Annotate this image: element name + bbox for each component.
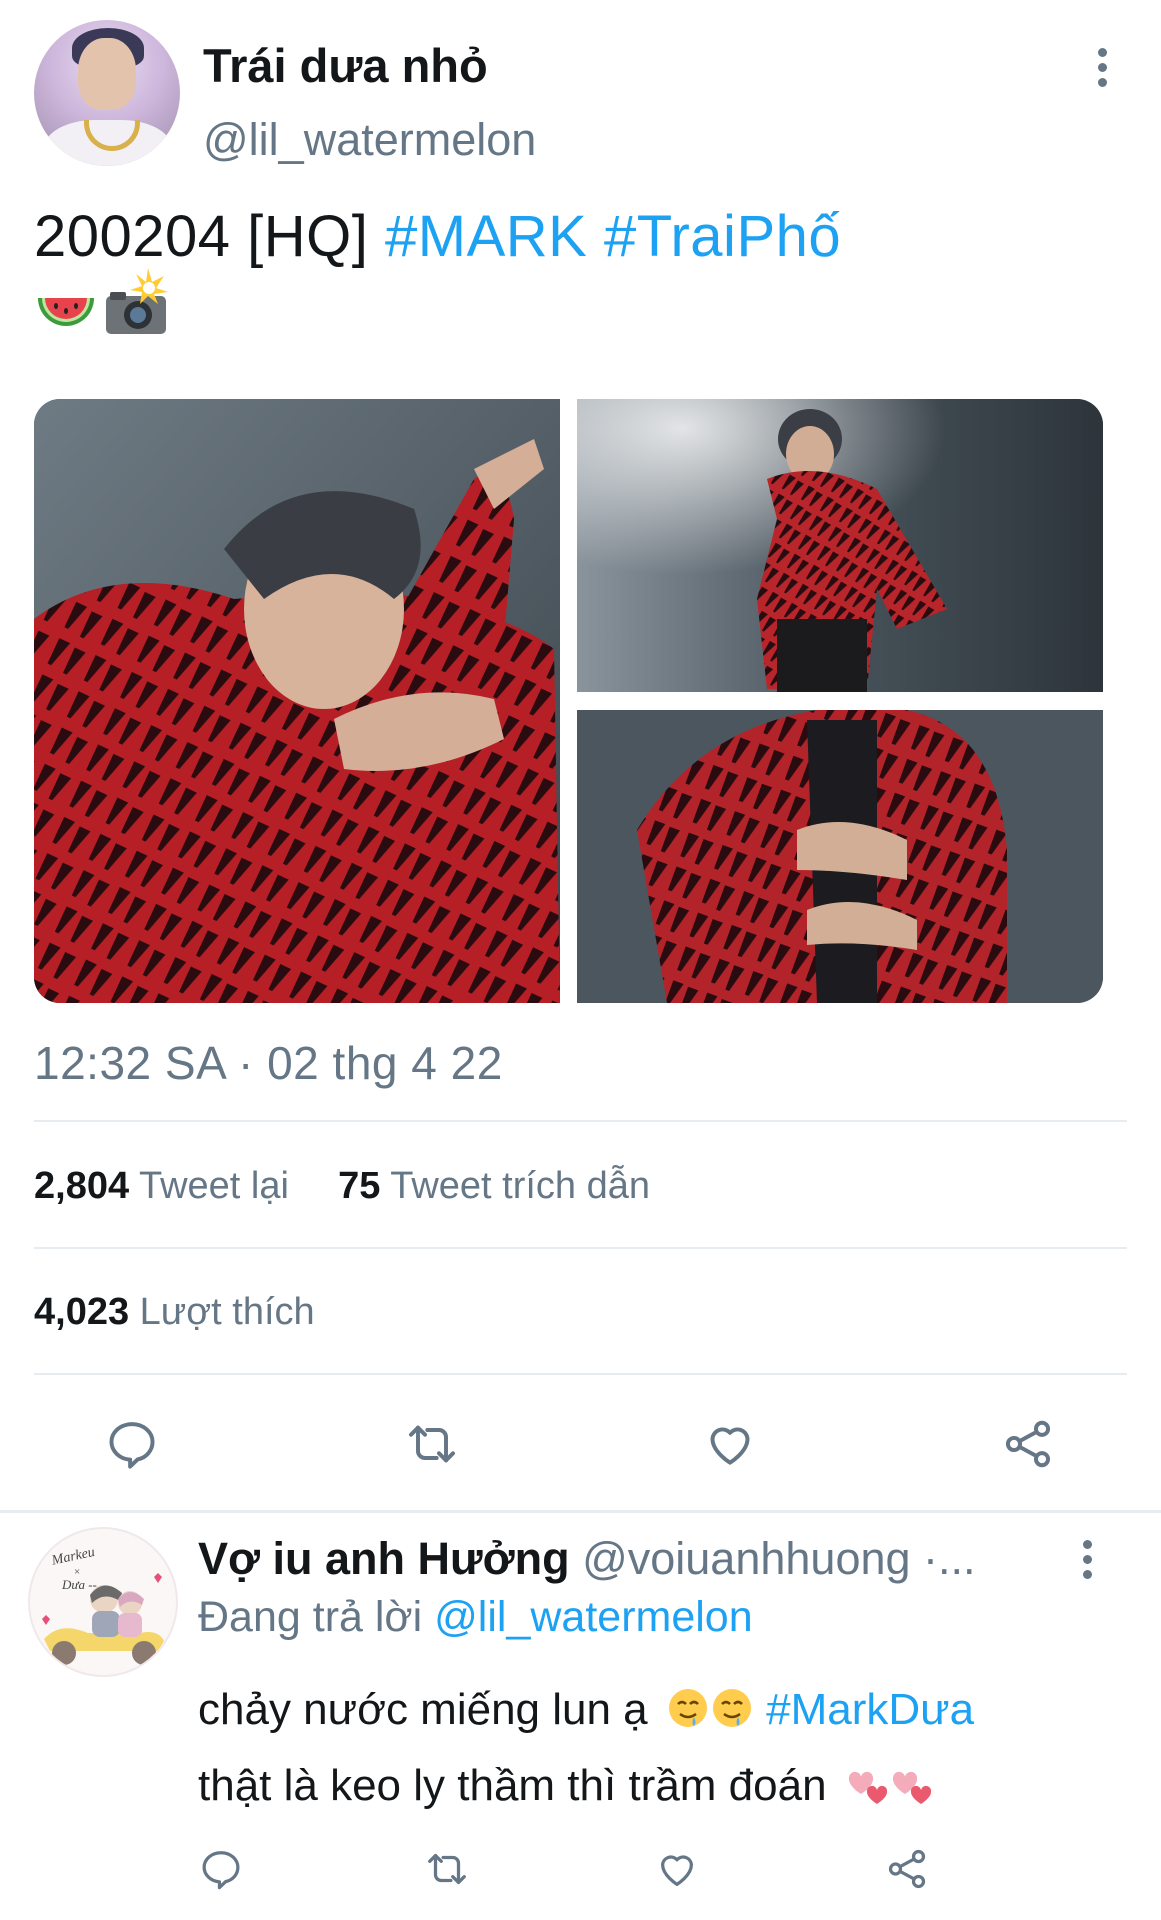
divider xyxy=(34,1120,1127,1122)
reply-text-line-2: thật là keo ly thầm thì trầm đoán xyxy=(198,1761,827,1810)
reply-share-icon[interactable] xyxy=(884,1846,930,1892)
retweets-stat[interactable]: 2,804 Tweet lại xyxy=(34,1165,289,1207)
reply-like-icon[interactable] xyxy=(654,1846,700,1892)
tweet-timestamp[interactable]: 12:32 SA · 02 thg 4 22 xyxy=(34,1036,503,1090)
like-icon[interactable] xyxy=(702,1416,758,1472)
tweet-text: 200204 [HQ] #MARK #TraiPhố xyxy=(34,203,841,270)
author-display-name[interactable]: Trái dưa nhỏ xyxy=(203,38,488,93)
two-hearts-emoji xyxy=(848,1771,887,1804)
tweet-photo-3[interactable] xyxy=(577,710,1103,1003)
reply-author[interactable]: Vợ iu anh Hưởng @voiuanhhuong ·... xyxy=(198,1533,976,1585)
two-hearts-emoji xyxy=(892,1771,931,1804)
divider xyxy=(34,1247,1127,1249)
share-icon[interactable] xyxy=(1000,1416,1056,1472)
avatar-text-markeu: Markeu xyxy=(50,1545,97,1569)
divider xyxy=(34,1373,1127,1375)
hashtag-markdua[interactable]: #MarkDưa xyxy=(766,1685,974,1734)
tweet-stats-row: 2,804 Tweet lại 75 Tweet trích dẫn xyxy=(34,1165,650,1208)
reply-retweet-icon[interactable] xyxy=(424,1846,470,1892)
tweet-photo-1[interactable] xyxy=(34,399,560,1003)
author-handle[interactable]: @lil_watermelon xyxy=(203,114,536,166)
likes-stat[interactable]: 4,023 Lượt thích xyxy=(34,1291,315,1334)
reply-author-avatar[interactable]: Markeu × Dưa -- xyxy=(28,1527,178,1677)
replying-to-mention[interactable]: @lil_watermelon xyxy=(434,1593,753,1641)
hashtag-mark[interactable]: #MARK xyxy=(385,204,587,269)
reply-author-handle: @voiuanhhuong ·... xyxy=(582,1533,976,1584)
quotes-stat[interactable]: 75 Tweet trích dẫn xyxy=(338,1165,650,1207)
reply-reply-icon[interactable] xyxy=(198,1846,244,1892)
hashtag-traipho[interactable]: #TraiPhố xyxy=(604,204,841,269)
drooling-face-emoji xyxy=(668,1689,707,1727)
retweet-icon[interactable] xyxy=(404,1416,460,1472)
author-avatar[interactable] xyxy=(34,20,180,166)
reply-more-options-icon[interactable] xyxy=(1071,1540,1103,1584)
section-divider xyxy=(0,1510,1161,1513)
tweet-emojis xyxy=(34,262,170,342)
tweet-photo-2[interactable] xyxy=(577,399,1103,692)
reply-author-display-name: Vợ iu anh Hưởng xyxy=(198,1533,570,1584)
reply-text: chảy nước miếng lun ạ #MarkDưa thật là k… xyxy=(198,1672,974,1824)
watermelon-emoji xyxy=(38,298,94,326)
drooling-face-emoji xyxy=(712,1689,751,1727)
replying-to: Đang trả lời @lil_watermelon xyxy=(198,1593,753,1641)
tweet-text-prefix: 200204 [HQ] xyxy=(34,204,385,269)
camera-flash-emoji xyxy=(106,268,168,334)
reply-text-line-1: chảy nước miếng lun ạ xyxy=(198,1685,648,1734)
more-options-icon[interactable] xyxy=(1086,48,1118,92)
reply-icon[interactable] xyxy=(104,1416,160,1472)
avatar-text-dua: Dưa -- xyxy=(61,1577,97,1592)
